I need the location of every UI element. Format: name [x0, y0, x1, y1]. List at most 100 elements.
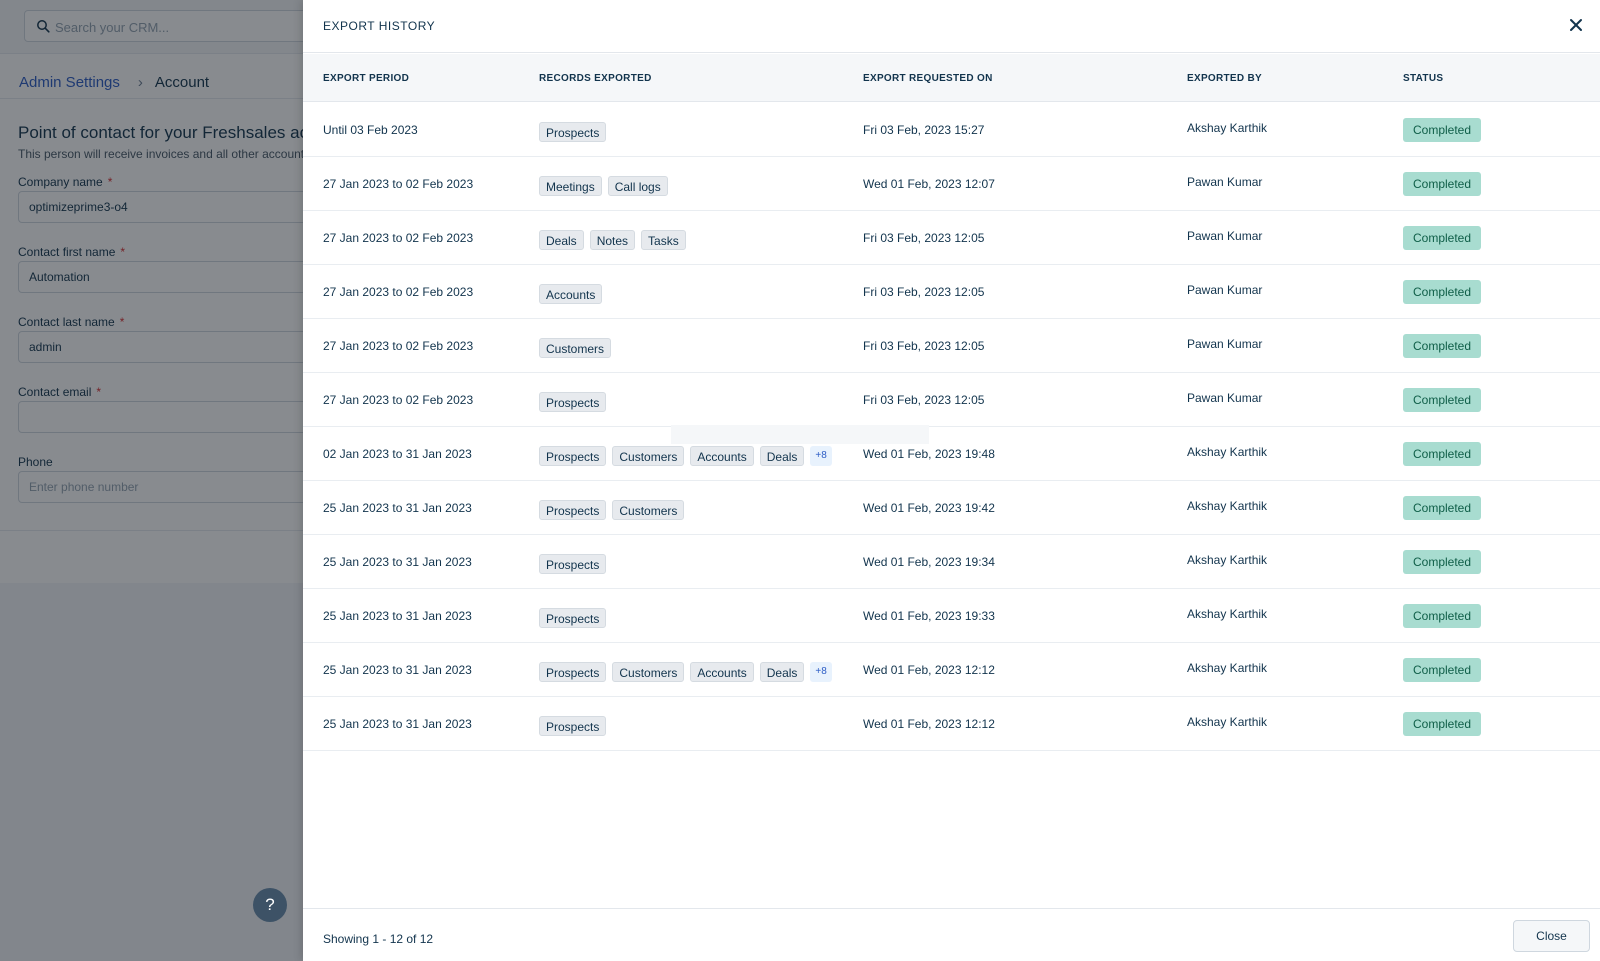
record-tag-list: Prospects	[539, 388, 607, 412]
records-exported-cell: Prospects	[539, 373, 607, 427]
help-button[interactable]: ?	[253, 888, 287, 922]
table-row: 02 Jan 2023 to 31 Jan 2023 Prospects Custo…	[303, 427, 1600, 481]
record-tag-list: Prospects Customers	[539, 496, 685, 520]
exported-by-cell: Akshay Karthik	[1187, 445, 1268, 459]
drawer-footer: Showing 1 - 12 of 12 Close	[303, 908, 1600, 961]
status-badge: Completed	[1403, 604, 1482, 628]
table-row: 25 Jan 2023 to 31 Jan 2023 Prospects Wed 0…	[303, 589, 1600, 643]
export-period-cell: 25 Jan 2023 to 31 Jan 2023	[323, 717, 472, 731]
status-badge: Completed	[1403, 712, 1482, 736]
column-header-exported-by: EXPORTED BY	[1187, 73, 1262, 84]
record-type-tag: Accounts	[690, 446, 754, 466]
export-period-cell: 25 Jan 2023 to 31 Jan 2023	[323, 663, 472, 677]
export-period-cell: 25 Jan 2023 to 31 Jan 2023	[323, 555, 472, 569]
table-row: Until 03 Feb 2023 Prospects Fri 03 Feb, 20…	[303, 103, 1600, 157]
status-badge: Completed	[1403, 226, 1482, 250]
column-header-export-requested-on: EXPORT REQUESTED ON	[863, 73, 993, 84]
exported-by-cell: Akshay Karthik	[1187, 553, 1268, 567]
record-type-tag: Customers	[612, 446, 685, 466]
column-header-status: STATUS	[1403, 73, 1444, 84]
exported-by-cell: Akshay Karthik	[1187, 715, 1268, 729]
records-exported-cell: Prospects	[539, 103, 607, 157]
export-requested-on-cell: Fri 03 Feb, 2023 12:05	[863, 393, 985, 407]
record-type-tag: Accounts	[690, 662, 754, 682]
record-type-tag: Customers	[612, 662, 685, 682]
record-type-tag: Customers	[539, 338, 612, 358]
exported-by-cell: Akshay Karthik	[1187, 661, 1268, 675]
export-period-cell: 27 Jan 2023 to 02 Feb 2023	[323, 339, 474, 353]
record-tag-list: Prospects	[539, 550, 607, 574]
export-requested-on-cell: Wed 01 Feb, 2023 19:34	[863, 555, 995, 569]
status-cell: Completed	[1403, 589, 1482, 643]
exported-by-cell: Pawan Kumar	[1187, 175, 1263, 189]
status-cell: Completed	[1403, 535, 1482, 589]
export-period-cell: Until 03 Feb 2023	[323, 123, 418, 137]
more-records-badge[interactable]: +8	[810, 662, 832, 682]
records-exported-cell: Deals Notes Tasks	[539, 211, 686, 265]
status-badge: Completed	[1403, 172, 1482, 196]
table-row: 27 Jan 2023 to 02 Feb 2023 Meetings Call l…	[303, 157, 1600, 211]
record-type-tag: Prospects	[539, 662, 607, 682]
status-cell: Completed	[1403, 265, 1482, 319]
record-tag-list: Prospects Customers Accounts Deals +8	[539, 442, 832, 466]
table-row: 27 Jan 2023 to 02 Feb 2023 Prospects Fri 0…	[303, 373, 1600, 427]
export-period-cell: 02 Jan 2023 to 31 Jan 2023	[323, 447, 472, 461]
loading-placeholder-bar	[671, 425, 929, 444]
records-exported-cell: Prospects	[539, 535, 607, 589]
status-badge: Completed	[1403, 550, 1482, 574]
exported-by-cell: Pawan Kumar	[1187, 229, 1263, 243]
export-requested-on-cell: Wed 01 Feb, 2023 12:12	[863, 663, 995, 677]
export-period-cell: 27 Jan 2023 to 02 Feb 2023	[323, 393, 474, 407]
status-badge: Completed	[1403, 442, 1482, 466]
record-type-tag: Prospects	[539, 500, 607, 520]
status-badge: Completed	[1403, 496, 1482, 520]
table-row: 27 Jan 2023 to 02 Feb 2023 Accounts Fri 03…	[303, 265, 1600, 319]
export-requested-on-cell: Wed 01 Feb, 2023 19:33	[863, 609, 995, 623]
record-type-tag: Call logs	[607, 176, 668, 196]
more-records-badge[interactable]: +8	[810, 446, 832, 466]
status-badge: Completed	[1403, 118, 1482, 142]
exported-by-cell: Akshay Karthik	[1187, 499, 1268, 513]
record-type-tag: Prospects	[539, 446, 607, 466]
exported-by-cell: Akshay Karthik	[1187, 607, 1268, 621]
record-type-tag: Deals	[759, 446, 805, 466]
status-cell: Completed	[1403, 643, 1482, 697]
table-row: 27 Jan 2023 to 02 Feb 2023 Customers Fri 0…	[303, 319, 1600, 373]
record-tag-list: Accounts	[539, 280, 603, 304]
record-type-tag: Prospects	[539, 122, 607, 142]
export-period-cell: 27 Jan 2023 to 02 Feb 2023	[323, 231, 474, 245]
status-cell: Completed	[1403, 211, 1482, 265]
status-badge: Completed	[1403, 334, 1482, 358]
export-requested-on-cell: Fri 03 Feb, 2023 15:27	[863, 123, 985, 137]
table-row: 25 Jan 2023 to 31 Jan 2023 Prospects Wed 0…	[303, 535, 1600, 589]
status-cell: Completed	[1403, 319, 1482, 373]
records-exported-cell: Meetings Call logs	[539, 157, 668, 211]
export-requested-on-cell: Fri 03 Feb, 2023 12:05	[863, 285, 985, 299]
table-row: 25 Jan 2023 to 31 Jan 2023 Prospects Wed 0…	[303, 697, 1600, 751]
record-type-tag: Prospects	[539, 392, 607, 412]
record-type-tag: Deals	[759, 662, 805, 682]
status-cell: Completed	[1403, 697, 1482, 751]
table-row: 25 Jan 2023 to 31 Jan 2023 Prospects Custo…	[303, 481, 1600, 535]
record-type-tag: Tasks	[641, 230, 686, 250]
status-badge: Completed	[1403, 658, 1482, 682]
record-type-tag: Prospects	[539, 716, 607, 736]
exported-by-cell: Pawan Kumar	[1187, 283, 1263, 297]
column-header-records-exported: RECORDS EXPORTED	[539, 73, 652, 84]
close-button[interactable]: Close	[1513, 920, 1590, 952]
exported-by-cell: Pawan Kumar	[1187, 391, 1263, 405]
record-tag-list: Customers	[539, 334, 612, 358]
record-type-tag: Notes	[589, 230, 636, 250]
status-cell: Completed	[1403, 103, 1482, 157]
close-icon[interactable]	[1568, 17, 1584, 33]
export-period-cell: 27 Jan 2023 to 02 Feb 2023	[323, 285, 474, 299]
record-tag-list: Prospects	[539, 118, 607, 142]
records-exported-cell: Accounts	[539, 265, 603, 319]
export-period-cell: 27 Jan 2023 to 02 Feb 2023	[323, 177, 474, 191]
export-requested-on-cell: Fri 03 Feb, 2023 12:05	[863, 339, 985, 353]
records-exported-cell: Prospects Customers Accounts Deals +8	[539, 643, 832, 697]
status-cell: Completed	[1403, 157, 1482, 211]
status-badge: Completed	[1403, 388, 1482, 412]
exported-by-cell: Akshay Karthik	[1187, 121, 1268, 135]
record-type-tag: Prospects	[539, 554, 607, 574]
